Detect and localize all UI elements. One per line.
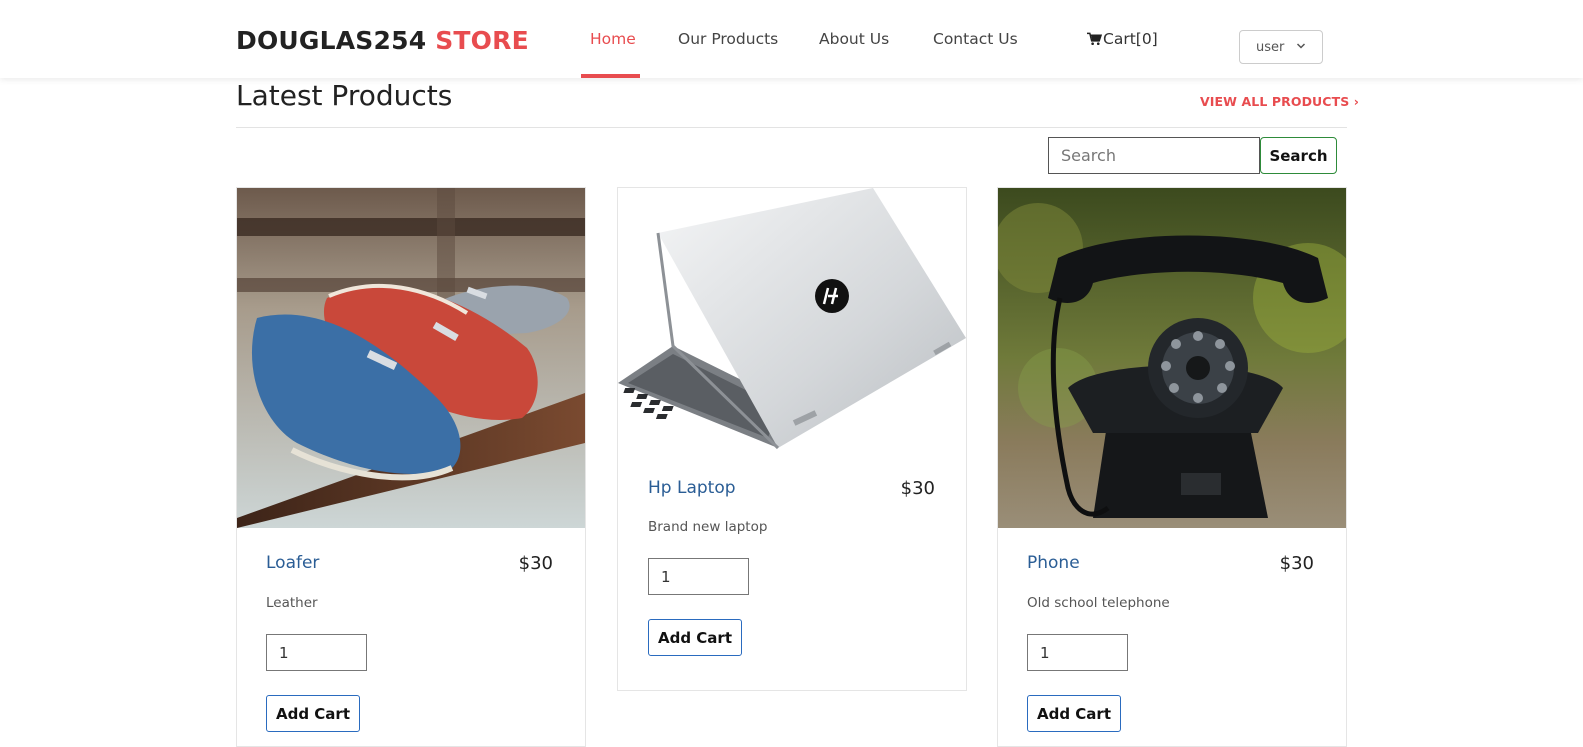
quantity-input-loafer[interactable] (266, 634, 367, 671)
product-image-phone[interactable] (998, 188, 1346, 528)
section-title: Latest Products (236, 79, 453, 112)
product-image-hp-laptop[interactable] (618, 188, 966, 463)
active-nav-indicator (581, 74, 640, 78)
brand-logo[interactable]: DOUGLAS254 STORE (236, 26, 529, 55)
product-description-hp-laptop: Brand new laptop (648, 519, 768, 535)
product-description-phone: Old school telephone (1027, 595, 1170, 611)
chevron-down-icon (1296, 43, 1306, 49)
product-price-loafer: $30 (518, 553, 553, 574)
product-name-hp-laptop[interactable]: Hp Laptop (648, 478, 736, 498)
nav-about-us[interactable]: About Us (819, 30, 889, 48)
product-description-loafer: Leather (266, 595, 318, 611)
section-divider (236, 127, 1347, 128)
quantity-input-hp-laptop[interactable] (648, 558, 749, 595)
site-header: DOUGLAS254 STORE Home Our Products About… (0, 0, 1583, 78)
search-input[interactable] (1048, 137, 1260, 174)
quantity-input-phone[interactable] (1027, 634, 1128, 671)
search-button[interactable]: Search (1260, 137, 1337, 174)
brand-accent: STORE (435, 26, 529, 55)
view-all-products-link[interactable]: VIEW ALL PRODUCTS › (1200, 94, 1359, 109)
product-price-hp-laptop: $30 (900, 478, 935, 499)
add-cart-button-phone[interactable]: Add Cart (1027, 695, 1121, 732)
product-card-phone: Phone $30 Old school telephone Add Cart (997, 187, 1347, 747)
product-price-phone: $30 (1279, 553, 1314, 574)
product-card-hp-laptop: Hp Laptop $30 Brand new laptop Add Cart (617, 187, 967, 691)
cart-label: Cart[0] (1103, 30, 1158, 48)
user-dropdown[interactable]: user (1239, 30, 1323, 64)
brand-main: DOUGLAS254 (236, 26, 427, 55)
product-name-phone[interactable]: Phone (1027, 553, 1080, 573)
user-dropdown-value: user (1256, 39, 1285, 55)
product-name-loafer[interactable]: Loafer (266, 553, 319, 573)
cart-link[interactable]: Cart[0] (1087, 30, 1158, 48)
cart-icon (1087, 32, 1102, 45)
product-image-loafer[interactable] (237, 188, 585, 528)
add-cart-button-hp-laptop[interactable]: Add Cart (648, 619, 742, 656)
nav-home[interactable]: Home (590, 30, 636, 48)
add-cart-button-loafer[interactable]: Add Cart (266, 695, 360, 732)
nav-our-products[interactable]: Our Products (678, 30, 778, 48)
nav-contact-us[interactable]: Contact Us (933, 30, 1018, 48)
product-card-loafer: Loafer $30 Leather Add Cart (236, 187, 586, 747)
